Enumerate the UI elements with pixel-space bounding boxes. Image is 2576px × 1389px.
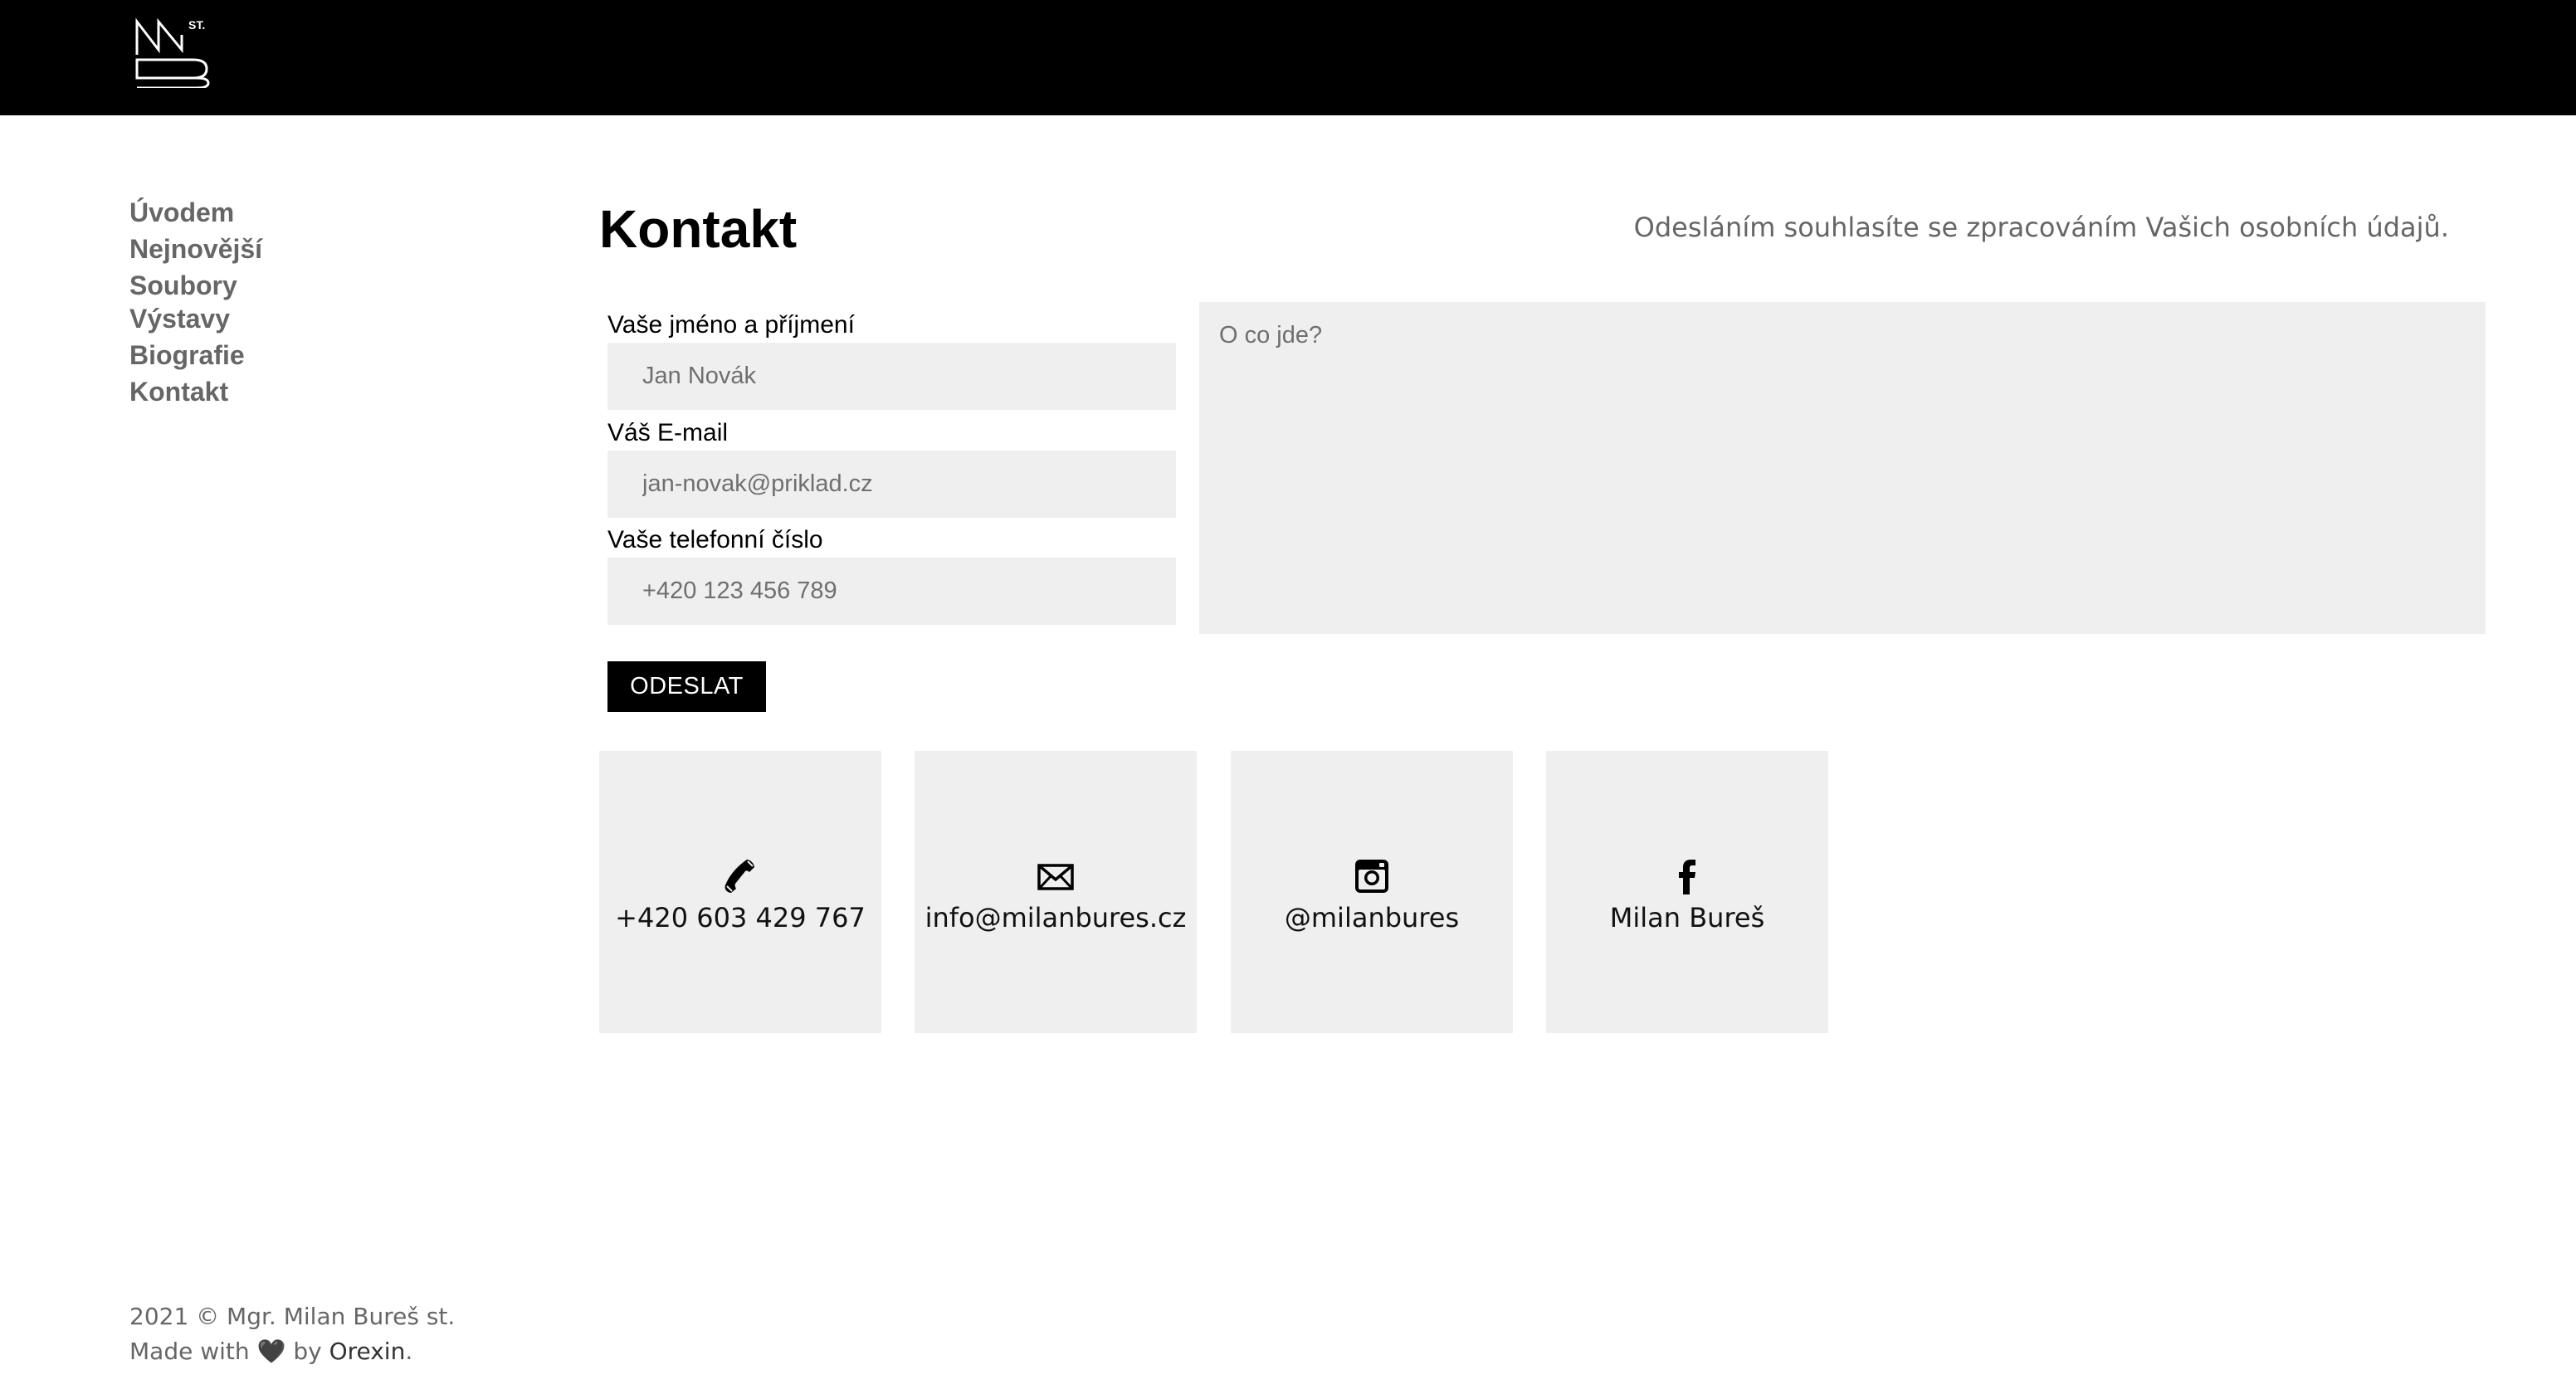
sidebar-item-soubory[interactable]: Soubory [129, 270, 461, 301]
sidebar-item-biografie[interactable]: Biografie [129, 339, 461, 371]
phone-icon [720, 856, 760, 896]
heart-icon: 🖤 [256, 1338, 286, 1365]
footer: 2021 © Mgr. Milan Bureš st. Made with 🖤 … [129, 1299, 455, 1369]
email-field[interactable] [607, 451, 1176, 518]
footer-dot: . [405, 1338, 413, 1365]
page-title: Kontakt [599, 199, 798, 259]
phone-field[interactable] [607, 558, 1176, 625]
instagram-card[interactable]: @milanbures [1231, 751, 1513, 1033]
footer-credits: Made with 🖤 by Orexin. [129, 1334, 455, 1369]
name-label: Vaše jméno a příjmení [607, 311, 855, 339]
logo-icon: ST. [135, 17, 210, 88]
email-card-text: info@milanbures.cz [925, 902, 1187, 933]
sidebar-item-nejnovejsi[interactable]: Nejnovější [129, 233, 461, 265]
page: ST. Úvodem Nejnovější Soubory Výstavy Bi… [0, 0, 2576, 1389]
consent-text: Odesláním souhlasíte se zpracováním Vaši… [1633, 212, 2449, 243]
instagram-icon [1352, 856, 1392, 896]
footer-copyright: 2021 © Mgr. Milan Bureš st. [129, 1303, 456, 1330]
svg-text:ST.: ST. [188, 18, 205, 32]
phone-card-text: +420 603 429 767 [615, 902, 866, 933]
instagram-card-text: @milanbures [1284, 902, 1460, 933]
name-field[interactable] [607, 343, 1176, 410]
phone-card[interactable]: +420 603 429 767 [599, 751, 881, 1033]
facebook-card-text: Milan Bureš [1609, 902, 1765, 933]
footer-made-with: Made with [129, 1338, 250, 1365]
email-card[interactable]: info@milanbures.cz [915, 751, 1197, 1033]
sidebar-nav: Úvodem Nejnovější Soubory Výstavy Biogra… [129, 197, 461, 412]
facebook-icon [1667, 856, 1707, 896]
footer-brand-link[interactable]: Orexin [329, 1338, 406, 1365]
submit-button[interactable]: ODESLAT [607, 661, 766, 712]
top-bar: ST. [0, 0, 2576, 115]
sidebar-item-uvodem[interactable]: Úvodem [129, 197, 461, 228]
facebook-card[interactable]: Milan Bureš [1546, 751, 1828, 1033]
logo-link[interactable]: ST. [134, 17, 212, 88]
footer-by: by [293, 1338, 322, 1365]
mail-icon [1036, 856, 1076, 896]
message-field[interactable] [1199, 302, 2486, 634]
sidebar-item-kontakt[interactable]: Kontakt [129, 376, 461, 407]
sidebar-item-vystavy[interactable]: Výstavy [129, 303, 461, 334]
email-label: Váš E-mail [607, 419, 729, 446]
phone-label: Vaše telefonní číslo [607, 526, 823, 553]
